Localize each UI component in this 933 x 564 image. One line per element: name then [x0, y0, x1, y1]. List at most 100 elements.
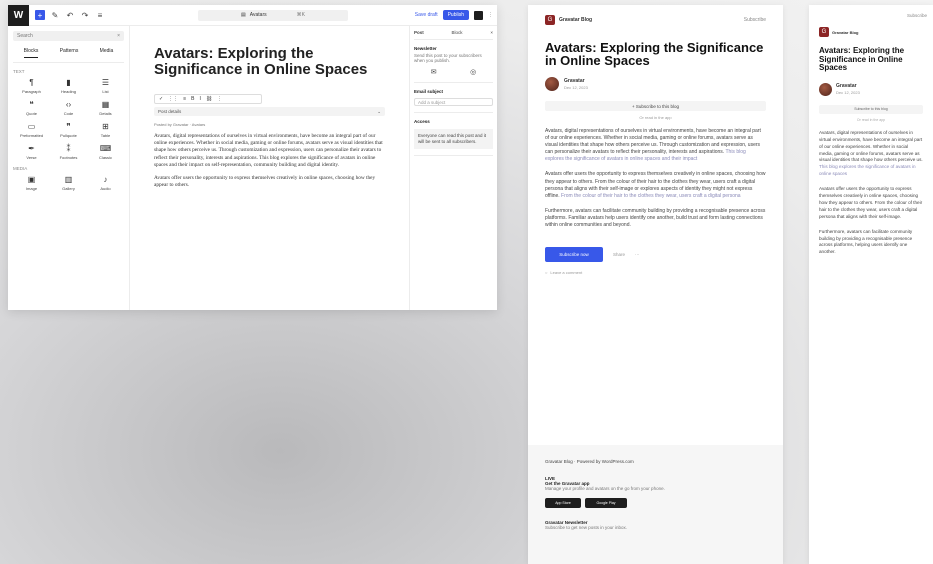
save-draft-button[interactable]: Save draft [415, 12, 438, 18]
tab-blocks[interactable]: Blocks [23, 48, 39, 58]
tab-block[interactable]: Block [452, 30, 463, 35]
block-table[interactable]: ⊞ Table [87, 122, 124, 138]
redo-icon[interactable]: ↷ [80, 10, 90, 20]
move-icon[interactable]: ⋮⋮ [168, 96, 178, 102]
paragraph-block[interactable]: Avatars, digital representations of ours… [154, 133, 385, 169]
subject-input[interactable]: Add a subject [414, 98, 493, 106]
avatar[interactable] [545, 77, 559, 91]
check-icon[interactable]: ✓ [159, 96, 163, 102]
block-label: Footnotes [59, 155, 78, 160]
subscribe-now-button[interactable]: Subscribe now [545, 247, 603, 263]
block-label: Quote [26, 111, 37, 116]
block-verse[interactable]: ✒ Verse [13, 144, 50, 160]
block-quote[interactable]: ❝ Quote [13, 100, 50, 116]
avatar[interactable] [819, 82, 832, 96]
more-icon[interactable]: ⋯ [635, 252, 640, 258]
article-paragraph: Avatars offer users the opportunity to e… [819, 186, 923, 219]
block-preformatted[interactable]: ▭ Preformatted [13, 122, 50, 138]
google-play-button[interactable]: Google Play [585, 498, 627, 508]
site-logo-icon[interactable]: G [545, 15, 555, 25]
block-code[interactable]: ‹› Code [50, 100, 87, 116]
block-editor-window: W + ✎ ↶ ↷ ≡ ▤ Avatars ⌘K Save draft Publ… [8, 5, 497, 310]
options-menu-icon[interactable]: ⋮ [488, 12, 493, 18]
linked-text[interactable]: This blog explores the significance of a… [819, 164, 916, 176]
author-name[interactable]: Gravatar [836, 83, 860, 89]
subscribe-bar[interactable]: Subscribe to this blog [819, 104, 923, 114]
author-name[interactable]: Gravatar [564, 78, 588, 84]
link-icon[interactable]: ⛓ [206, 96, 212, 102]
block-label: Image [25, 186, 38, 191]
access-card[interactable]: Everyone can read this post and it will … [414, 129, 493, 149]
tab-post[interactable]: Post [414, 30, 424, 35]
subscribe-link[interactable]: Subscribe [744, 17, 766, 23]
post-meta-row[interactable]: Post details ⌄ [154, 107, 385, 116]
preformatted-icon: ▭ [27, 122, 36, 131]
undo-icon[interactable]: ↶ [65, 10, 75, 20]
search-placeholder: Search [17, 33, 33, 39]
mail-icon[interactable]: ✉ [431, 68, 437, 76]
paragraph-block[interactable]: Avatars offer users the opportunity to e… [154, 175, 385, 189]
close-sidebar-icon[interactable]: × [490, 30, 493, 35]
section-label-media: Media [13, 166, 28, 171]
classic-icon: ⌨ [99, 144, 112, 153]
block-audio[interactable]: ♪ Audio [87, 175, 124, 191]
chevron-down-icon: ⌄ [377, 108, 381, 114]
block-classic[interactable]: ⌨ Classic [87, 144, 124, 160]
block-details[interactable]: ▦ Details [87, 100, 124, 116]
share-link[interactable]: Share [613, 252, 625, 257]
settings-sidebar: Post Block × Newsletter Send this post t… [409, 26, 497, 310]
block-toolbar: ✓ ⋮⋮ ≡ B I ⛓ ⋮ [154, 94, 262, 104]
block-image[interactable]: ▣ Image [13, 175, 50, 191]
publish-button[interactable]: Publish [442, 10, 469, 20]
block-paragraph[interactable]: ¶ Paragraph [13, 78, 50, 94]
wordpress-logo-icon[interactable]: W [8, 5, 29, 26]
linked-text[interactable]: From the colour of their hair to the clo… [561, 193, 741, 199]
block-heading[interactable]: ▮ Heading [50, 78, 87, 94]
block-pullquote[interactable]: ❞ Pullquote [50, 122, 87, 138]
post-title: Avatars: Exploring the Significance in O… [819, 46, 905, 73]
site-logo-icon[interactable]: G [819, 27, 829, 37]
site-name[interactable]: Gravatar Blog [559, 17, 592, 23]
post-byline: Posted by Gravatar · Avatars [154, 122, 206, 127]
block-footnotes[interactable]: ⁑ Footnotes [50, 144, 87, 160]
comment-label: Leave a comment [550, 270, 583, 276]
verse-icon: ✒ [28, 144, 35, 153]
block-gallery[interactable]: ▥ Gallery [50, 175, 87, 191]
block-list[interactable]: ☰ List [87, 78, 124, 94]
document-overview-icon[interactable]: ≡ [95, 10, 105, 20]
block-label: Gallery [62, 186, 75, 191]
author-block: Gravatar Dec 12, 2023 [528, 77, 783, 91]
article-paragraph: Avatars offer users the opportunity to e… [528, 171, 783, 199]
pullquote-icon: ❞ [66, 122, 71, 131]
block-inserter-panel: Search × Blocks Patterns Media Text ¶ Par… [8, 26, 130, 310]
article-paragraph: Furthermore, avatars can facilitate comm… [545, 207, 766, 229]
bold-icon[interactable]: B [191, 96, 194, 102]
article-paragraph: Avatars, digital representations of ours… [528, 128, 783, 163]
app-note: Or read in the app [639, 115, 672, 120]
post-title: Avatars: Exploring the Significance in O… [545, 40, 764, 68]
edit-tool-icon[interactable]: ✎ [50, 10, 60, 20]
italic-icon[interactable]: I [199, 96, 200, 102]
more-options-icon[interactable]: ⋮ [217, 96, 222, 102]
close-icon[interactable]: × [117, 33, 120, 39]
mobile-preview: Subscribe G Gravatar Blog Avatars: Explo… [809, 5, 933, 564]
tab-media[interactable]: Media [100, 48, 114, 58]
footer-credit[interactable]: Gravatar Blog · Powered by WordPress.com [545, 459, 766, 464]
add-block-icon[interactable]: + [35, 10, 45, 20]
subscribe-bar[interactable]: + Subscribe to this blog [545, 101, 766, 111]
block-search-input[interactable]: Search × [13, 31, 124, 41]
bell-icon[interactable]: ◎ [470, 68, 476, 76]
post-title[interactable]: Avatars: Exploring the Significance in O… [154, 46, 385, 78]
command-palette-button[interactable]: ▤ Avatars ⌘K [198, 9, 348, 21]
subscribe-link[interactable]: Subscribe [907, 13, 927, 18]
settings-toggle-icon[interactable] [474, 10, 483, 20]
block-label: Audio [100, 186, 111, 191]
site-name[interactable]: Gravatar Blog [832, 30, 858, 35]
app-store-button[interactable]: App Store [545, 498, 581, 508]
tab-patterns[interactable]: Patterns [60, 48, 79, 58]
paragraph-icon: ¶ [29, 78, 34, 87]
comment-link[interactable]: ○ Leave a comment [528, 270, 783, 275]
field-label: Email subject [414, 89, 444, 94]
align-icon[interactable]: ≡ [183, 96, 186, 102]
gallery-icon: ▥ [64, 175, 73, 184]
